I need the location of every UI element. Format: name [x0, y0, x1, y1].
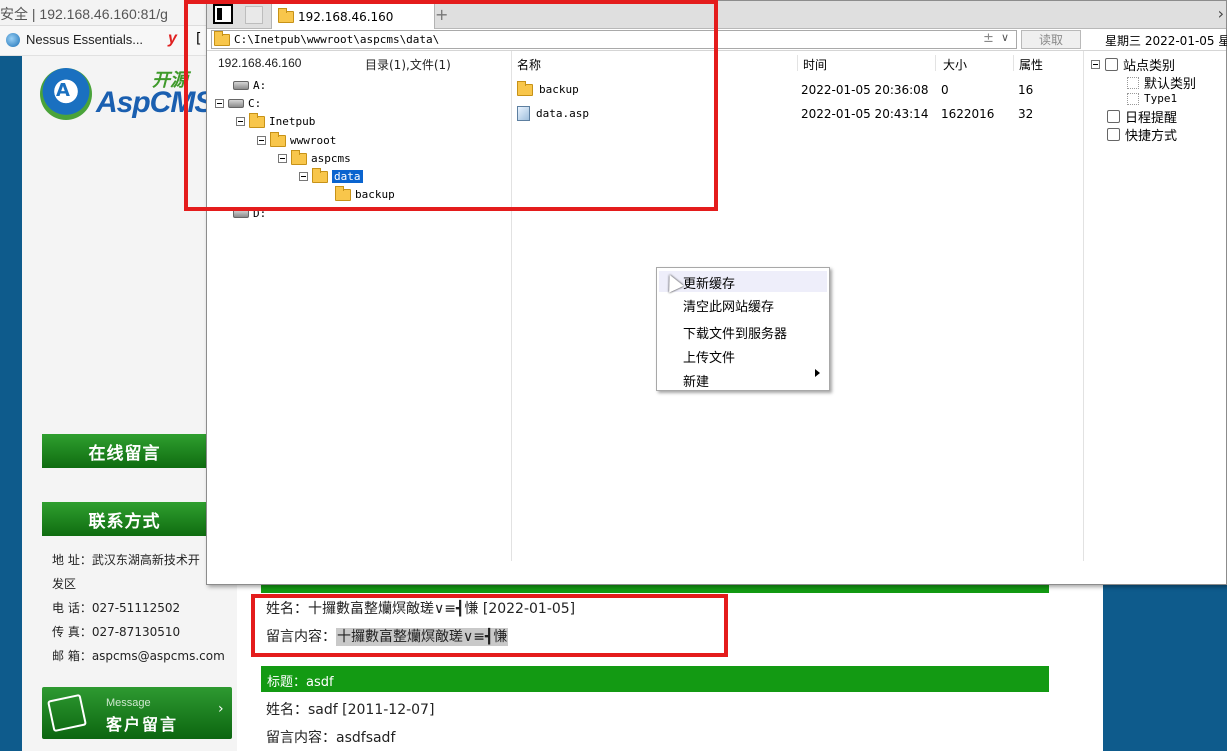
contact-phone: 电 话：027-51112502 [52, 601, 181, 615]
default-category-node[interactable]: 默认类别 [1127, 73, 1196, 92]
page-right-border [1103, 584, 1227, 751]
type1-icon [1127, 92, 1139, 105]
annotation-box-top [184, 0, 718, 211]
column-time[interactable]: 时间 [803, 56, 827, 73]
file-time: 2022-01-05 20:43:14 [801, 107, 929, 121]
guest-content-line-2: 留言内容：asdfsadf [266, 730, 396, 746]
pane-divider[interactable] [1083, 51, 1084, 561]
chevron-down-icon[interactable]: ∨ [1001, 31, 1009, 44]
nessus-icon [6, 32, 20, 47]
right-tree-label: Type1 [1144, 92, 1178, 105]
chevron-right-icon[interactable]: › [1218, 4, 1224, 23]
site-category-icon [1105, 58, 1118, 71]
submenu-arrow-icon [815, 369, 820, 377]
column-divider[interactable] [797, 55, 798, 71]
path-plus-icon[interactable]: ± [983, 31, 994, 46]
contact-address: 地 址：武汉东湖高新技术开 [52, 553, 200, 567]
file-attr: 16 [1018, 83, 1034, 97]
shortcut-icon [1107, 128, 1120, 141]
contact-address-cont: 发区 [52, 577, 77, 591]
collapse-icon[interactable] [1091, 60, 1100, 69]
contact-fax: 传 真：027-87130510 [52, 625, 181, 639]
right-tree-label: 站点类别 [1123, 59, 1176, 74]
file-attr: 32 [1018, 107, 1034, 121]
right-tree-label: 默认类别 [1144, 77, 1197, 92]
column-divider[interactable] [1013, 55, 1014, 71]
shortcut-node[interactable]: 快捷方式 [1107, 125, 1177, 144]
file-time: 2022-01-05 20:36:08 [801, 83, 929, 97]
file-size: 0 [941, 83, 949, 97]
online-message-heading[interactable]: 在线留言 [42, 434, 207, 468]
right-tree-label: 快捷方式 [1125, 129, 1178, 144]
bookmark-yandex-icon[interactable]: y [168, 30, 177, 48]
chevron-right-icon: › [218, 701, 224, 717]
date-display: 星期三 2022-01-05 星 [1105, 34, 1227, 48]
file-size: 1622016 [941, 107, 995, 121]
contact-heading: 联系方式 [42, 502, 207, 536]
contact-info: 地 址：武汉东湖高新技术开 发区 电 话：027-51112502 传 真：02… [52, 548, 232, 668]
menu-item-upload-file[interactable]: 上传文件 [683, 347, 735, 366]
notebook-icon [47, 693, 87, 733]
schedule-reminder-icon [1107, 110, 1120, 123]
column-divider[interactable] [935, 55, 936, 71]
menu-item-refresh-cache[interactable]: 更新缓存 [683, 273, 735, 292]
guest-name-line-2: 姓名：sadf [2011-12-07] [266, 702, 435, 718]
menu-item-new[interactable]: 新建 [683, 371, 709, 390]
column-attr[interactable]: 属性 [1019, 56, 1043, 73]
annotation-box-bottom [251, 594, 728, 657]
guest-title-bar: 标题：asdf [261, 666, 1049, 692]
bookmark-nessus[interactable]: Nessus Essentials... [6, 32, 143, 47]
page-left-border [0, 56, 22, 751]
logo-tag: 开源 [152, 70, 188, 91]
customer-message-banner[interactable]: Message 客户留言 › [42, 687, 232, 739]
menu-item-download-to-server[interactable]: 下载文件到服务器 [683, 323, 787, 342]
default-category-icon [1127, 76, 1139, 89]
address-bar-text[interactable]: 安全 | 192.168.46.160:81/g [0, 4, 168, 24]
logo-emblem-icon: A [40, 68, 92, 120]
menu-item-clear-site-cache[interactable]: 清空此网站缓存 [683, 296, 774, 315]
read-button[interactable]: 读取 [1021, 30, 1081, 49]
bookmark-label: Nessus Essentials... [26, 32, 144, 47]
right-tree-label: 日程提醒 [1125, 111, 1178, 126]
banner-en: Message [106, 697, 151, 709]
schedule-reminder-node[interactable]: 日程提醒 [1107, 107, 1177, 126]
column-size[interactable]: 大小 [943, 56, 967, 73]
contact-email: 邮 箱：aspcms@aspcms.com [52, 649, 225, 663]
site-category-node[interactable]: 站点类别 [1091, 55, 1175, 74]
banner-cn: 客户留言 [106, 715, 179, 734]
type1-node[interactable]: Type1 [1127, 92, 1177, 105]
